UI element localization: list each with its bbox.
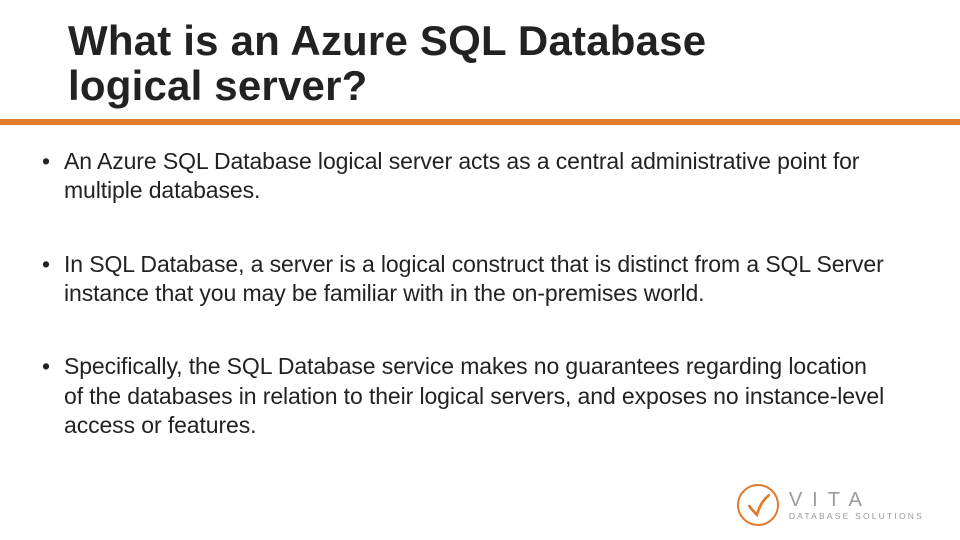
bullet-marker: • bbox=[40, 147, 64, 206]
logo-text: VITA DATABASE SOLUTIONS bbox=[789, 490, 924, 521]
bullet-marker: • bbox=[40, 352, 64, 440]
logo-subtitle: DATABASE SOLUTIONS bbox=[789, 512, 924, 521]
logo-brand-name: VITA bbox=[789, 490, 924, 510]
bullet-text: In SQL Database, a server is a logical c… bbox=[64, 250, 890, 309]
bullet-list: • An Azure SQL Database logical server a… bbox=[40, 147, 920, 441]
bullet-item: • An Azure SQL Database logical server a… bbox=[40, 147, 890, 206]
bullet-item: • In SQL Database, a server is a logical… bbox=[40, 250, 890, 309]
logo-mark-icon bbox=[737, 484, 779, 526]
slide: What is an Azure SQL Database logical se… bbox=[0, 0, 960, 540]
slide-title: What is an Azure SQL Database logical se… bbox=[40, 18, 920, 109]
bullet-marker: • bbox=[40, 250, 64, 309]
bullet-item: • Specifically, the SQL Database service… bbox=[40, 352, 890, 440]
checkmark-swoosh-icon bbox=[745, 492, 771, 518]
title-divider bbox=[0, 119, 960, 125]
bullet-text: Specifically, the SQL Database service m… bbox=[64, 352, 890, 440]
bullet-text: An Azure SQL Database logical server act… bbox=[64, 147, 890, 206]
brand-logo: VITA DATABASE SOLUTIONS bbox=[737, 484, 924, 526]
